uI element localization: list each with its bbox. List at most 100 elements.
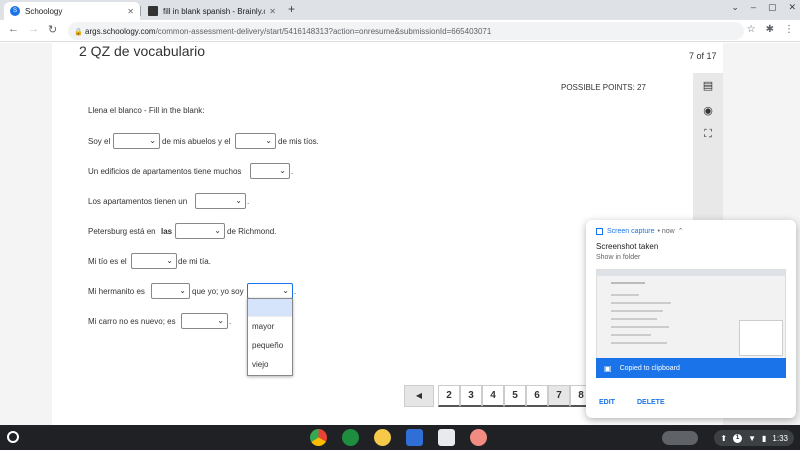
toolbar-icons: ☆ ✱ ⋮	[747, 24, 794, 35]
q7-after: .	[229, 317, 232, 326]
chevron-down-icon: ⌄	[279, 166, 286, 175]
chevron-down-icon: ⌄	[166, 256, 173, 265]
notification-count: 1	[733, 433, 743, 443]
brainly-favicon-icon	[148, 6, 158, 16]
q5-select[interactable]: ⌄	[131, 253, 177, 269]
page-button-2[interactable]: 2	[438, 385, 460, 407]
battery-icon: ▮	[762, 433, 767, 443]
q6-middle: que yo; yo soy	[192, 287, 244, 296]
q4-before: Petersburg está en	[88, 227, 156, 236]
clock: 1:33	[772, 433, 788, 443]
dropdown-option-blank[interactable]	[248, 299, 292, 317]
minimize-icon[interactable]: –	[751, 2, 756, 13]
app-icon[interactable]	[374, 429, 391, 446]
chevron-down-icon: ⌄	[179, 286, 186, 295]
q2-select[interactable]: ⌄	[250, 163, 290, 179]
chevron-down-icon: ⌄	[265, 136, 272, 145]
dropdown-option[interactable]: pequeño	[248, 336, 292, 355]
accessibility-icon[interactable]: ◉	[702, 104, 714, 117]
reload-icon[interactable]: ↻	[48, 23, 57, 36]
page-button-5[interactable]: 5	[504, 385, 526, 407]
url-input[interactable]: 🔒 args.schoology.com/common-assessment-d…	[68, 22, 744, 40]
chevron-down-icon[interactable]: ⌄	[731, 2, 739, 13]
q4-after: de Richmond.	[227, 227, 277, 236]
classroom-icon[interactable]	[342, 429, 359, 446]
delete-button[interactable]: DELETE	[637, 399, 665, 406]
tab-divider	[140, 6, 141, 16]
forward-icon[interactable]: →	[28, 23, 39, 35]
maximize-icon[interactable]: ▢	[768, 2, 777, 13]
shelf: ⬆ 1 ▼ ▮ 1:33	[0, 425, 800, 450]
dropdown-option[interactable]: viejo	[248, 355, 292, 374]
extensions-icon[interactable]: ✱	[766, 24, 774, 35]
q4-select[interactable]: ⌄	[175, 223, 225, 239]
app-icon[interactable]	[438, 429, 455, 446]
q1-after: de mis tíos.	[278, 137, 319, 146]
url-host: args.schoology.com	[85, 26, 156, 36]
q5-before: Mi tío es el	[88, 257, 127, 266]
url-path: /common-assessment-delivery/start/541614…	[155, 26, 492, 36]
q4-bold: las	[161, 227, 173, 236]
back-icon[interactable]: ←	[8, 23, 19, 35]
page-indicator: 7 of 17	[689, 51, 717, 61]
lock-icon: 🔒	[74, 28, 83, 36]
notification-title: Screenshot taken	[596, 242, 659, 251]
q5-after: de mi tía.	[178, 257, 211, 266]
possible-points: POSSIBLE POINTS: 27	[561, 83, 646, 92]
tab-strip: S Schoology ✕ fill in blank spanish - Br…	[0, 0, 800, 20]
status-area[interactable]: ⬆ 1 ▼ ▮ 1:33	[714, 430, 794, 446]
calculator-icon[interactable]: ▤	[702, 79, 714, 92]
new-tab-button[interactable]: +	[288, 2, 295, 16]
q7-select[interactable]: ⌄	[181, 313, 228, 329]
chevron-down-icon: ⌄	[282, 286, 289, 295]
chevron-down-icon: ⌄	[214, 226, 221, 235]
fullscreen-icon[interactable]: ⛶	[702, 128, 714, 141]
screenshot-notification: Screen capture • now ⌃ Screenshot taken …	[586, 220, 796, 418]
edit-button[interactable]: EDIT	[599, 399, 615, 406]
chrome-icon[interactable]	[310, 429, 327, 446]
q6-before: Mi hermanito es	[88, 287, 145, 296]
clipboard-text: Copied to clipboard	[619, 364, 680, 372]
q1-select-2[interactable]: ⌄	[235, 133, 276, 149]
q6-select-2[interactable]: ⌄	[247, 283, 293, 299]
pagination: ◀ 2 3 4 5 6 7 8	[404, 385, 592, 407]
chevron-down-icon: ⌄	[217, 316, 224, 325]
q1-middle: de mis abuelos y el	[162, 137, 231, 146]
q1-before: Soy el	[88, 137, 111, 146]
chevron-down-icon: ⌄	[149, 136, 156, 145]
notification-time: • now	[657, 227, 675, 235]
menu-icon[interactable]: ⋮	[784, 24, 794, 35]
tab-brainly[interactable]: fill in blank spanish - Brainly.com ✕	[142, 2, 282, 20]
page-button-4[interactable]: 4	[482, 385, 504, 407]
left-gutter	[0, 43, 52, 425]
wifi-icon: ▼	[748, 433, 757, 443]
dropdown-option[interactable]: mayor	[248, 317, 292, 336]
close-icon[interactable]: ✕	[269, 7, 276, 16]
notification-header: Screen capture • now ⌃	[596, 227, 684, 235]
chevron-up-icon[interactable]: ⌃	[678, 227, 684, 235]
thumbnail-mini-notification	[739, 320, 783, 356]
tab-schoology[interactable]: S Schoology ✕	[4, 2, 140, 20]
tab-title: fill in blank spanish - Brainly.com	[163, 6, 265, 16]
launcher-icon[interactable]	[7, 431, 19, 443]
q6-select-1[interactable]: ⌄	[151, 283, 190, 299]
docs-icon[interactable]	[406, 429, 423, 446]
close-icon[interactable]: ✕	[788, 2, 796, 13]
tote-icon: ⬆	[720, 433, 728, 443]
show-in-folder-link[interactable]: Show in folder	[596, 254, 640, 261]
star-icon[interactable]: ☆	[747, 24, 756, 35]
q7-before: Mi carro no es nuevo; es	[88, 317, 176, 326]
q2-before: Un edificios de apartamentos tiene mucho…	[88, 167, 242, 176]
page-button-7[interactable]: 7	[548, 385, 570, 407]
app-icon[interactable]	[470, 429, 487, 446]
close-icon[interactable]: ✕	[127, 7, 134, 16]
tab-title: Schoology	[25, 6, 63, 16]
page-button-6[interactable]: 6	[526, 385, 548, 407]
address-bar: ← → ↻ 🔒 args.schoology.com/common-assess…	[0, 20, 800, 42]
q3-select[interactable]: ⌄	[195, 193, 246, 209]
q1-select-1[interactable]: ⌄	[113, 133, 160, 149]
prev-page-button[interactable]: ◀	[404, 385, 434, 407]
copied-to-clipboard-bar: ▣ Copied to clipboard	[596, 358, 786, 378]
q3-before: Los apartamentos tienen un	[88, 197, 188, 206]
page-button-3[interactable]: 3	[460, 385, 482, 407]
